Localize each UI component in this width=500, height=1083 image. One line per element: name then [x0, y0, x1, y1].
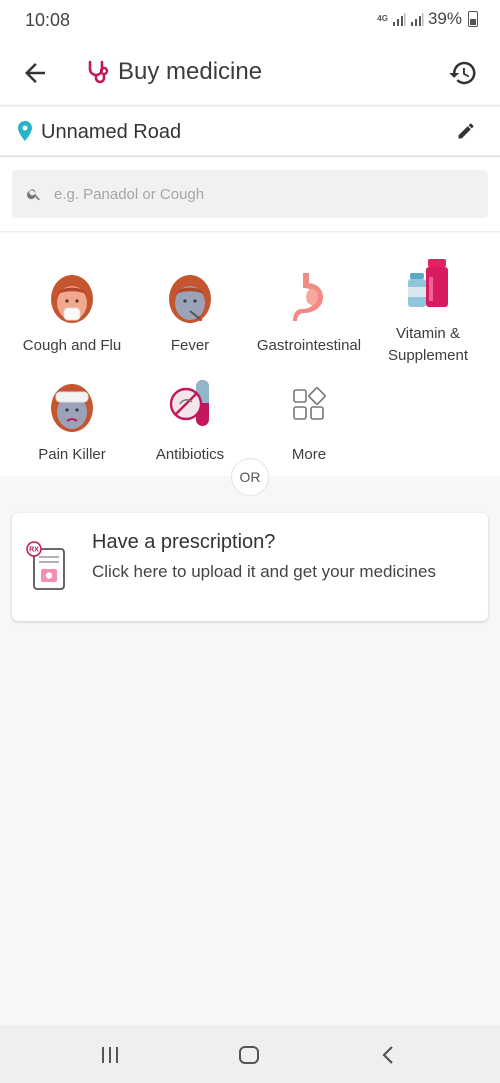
category-more[interactable]: More [249, 378, 369, 466]
location-pin-icon [18, 121, 32, 141]
category-grid: Cough and Flu Fever Gastrointestinal Vit… [0, 233, 500, 476]
rx-document-icon: RX [26, 541, 65, 590]
category-label: Cough and Flu [22, 337, 122, 354]
antibiotics-capsule-icon [169, 380, 209, 426]
category-cough-and-flu[interactable]: Cough and Flu [12, 269, 132, 357]
battery-icon [468, 11, 478, 27]
or-divider: OR [231, 458, 269, 496]
search-input[interactable] [54, 170, 474, 218]
signal-icon-2 [410, 13, 424, 26]
recent-apps-icon [102, 1047, 118, 1063]
edit-location-button[interactable] [456, 121, 476, 141]
status-time: 10:08 [25, 10, 71, 30]
search-section [0, 158, 500, 232]
system-nav-bar [0, 1025, 500, 1083]
app-bar: Buy medicine [0, 40, 500, 106]
search-box[interactable] [12, 170, 488, 218]
location-bar[interactable]: Unnamed Road [0, 107, 500, 157]
arrow-left-icon [25, 63, 45, 83]
cough-face-icon [51, 275, 93, 323]
back-button[interactable] [20, 58, 50, 88]
network-type-icon: 4G [377, 14, 388, 23]
prescription-upload-card[interactable]: RX Have a prescription? Click here to up… [12, 513, 488, 621]
location-text: Unnamed Road [41, 121, 182, 143]
title-text: Buy medicine [118, 58, 263, 85]
status-bar: 10:08 4G 39% [0, 0, 500, 40]
category-label: More [291, 446, 327, 463]
category-pain-killer[interactable]: Pain Killer [12, 378, 132, 466]
pencil-icon [458, 123, 474, 139]
history-button[interactable] [448, 58, 478, 88]
home-button[interactable] [236, 1042, 262, 1068]
status-icons: 4G 39% [377, 9, 478, 29]
vitamin-bottles-icon [408, 259, 448, 307]
category-label: Antibiotics [155, 446, 225, 463]
category-label: Vitamin & Supplement [387, 325, 469, 364]
page-title: Buy medicine [86, 58, 262, 86]
stomach-icon [293, 273, 323, 321]
system-back-button[interactable] [376, 1042, 402, 1068]
prescription-title: Have a prescription? [92, 531, 276, 553]
home-icon [239, 1046, 259, 1064]
bandaged-face-icon [51, 384, 93, 432]
search-icon [26, 189, 40, 201]
history-icon [449, 61, 476, 85]
category-label: Gastrointestinal [256, 337, 362, 354]
grid-more-icon [293, 387, 326, 420]
back-chevron-icon [382, 1046, 393, 1064]
category-vitamin-and-supplement[interactable]: Vitamin & Supplement [368, 257, 488, 367]
category-label: Pain Killer [38, 446, 106, 463]
fever-face-icon [169, 275, 211, 323]
recent-apps-button[interactable] [97, 1042, 123, 1068]
category-fever[interactable]: Fever [130, 269, 250, 357]
stethoscope-icon [88, 60, 109, 84]
signal-icon [392, 13, 406, 26]
battery-percent: 39% [427, 9, 462, 28]
category-antibiotics[interactable]: Antibiotics [130, 378, 250, 466]
category-gastrointestinal[interactable]: Gastrointestinal [249, 269, 369, 357]
rx-badge-text: RX [29, 547, 39, 554]
prescription-subtitle: Click here to upload it and get your med… [92, 562, 436, 581]
category-label: Fever [170, 337, 210, 354]
